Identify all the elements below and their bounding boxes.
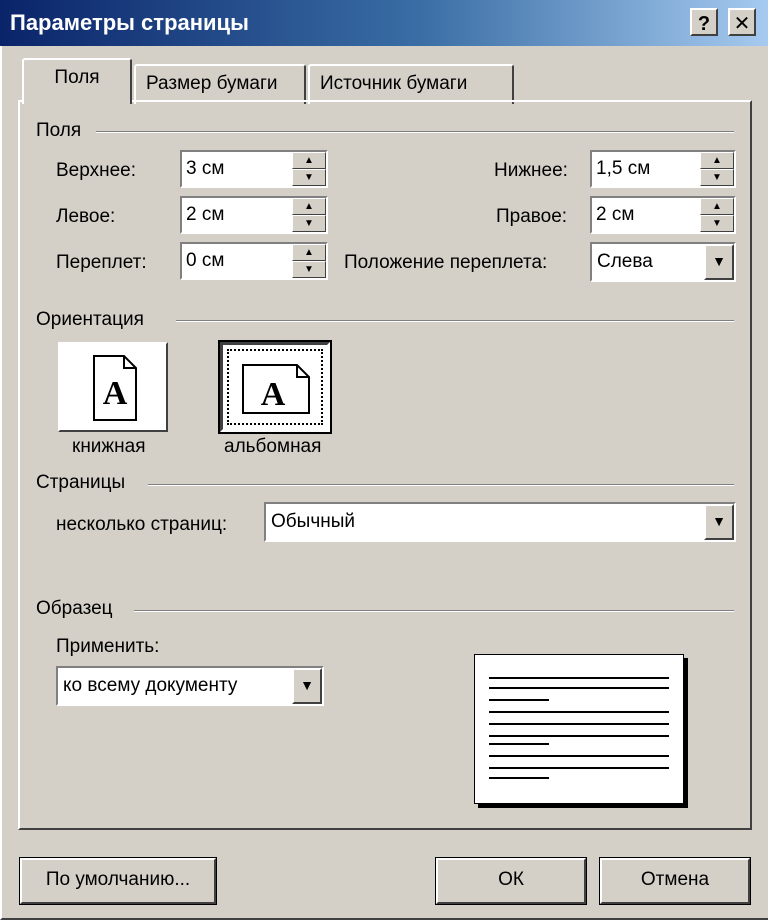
top-margin-up-icon[interactable]: ▲ xyxy=(292,152,326,169)
portrait-button[interactable]: A xyxy=(58,342,168,432)
gutter-spin[interactable]: 0 см ▲ ▼ xyxy=(180,242,328,280)
gutter-value: 0 см xyxy=(186,250,225,271)
bottom-margin-label: Нижнее: xyxy=(494,160,568,181)
gutter-position-select[interactable]: Слева ▼ xyxy=(590,242,736,282)
gutter-label: Переплет: xyxy=(56,252,147,273)
multiple-pages-select[interactable]: Обычный ▼ xyxy=(264,502,736,542)
tab-paper-source-label: Источник бумаги xyxy=(320,73,468,94)
right-margin-label: Правое: xyxy=(496,206,568,227)
multiple-pages-label: несколько страниц: xyxy=(56,514,228,535)
top-margin-value: 3 см xyxy=(186,158,225,179)
gutter-down-icon[interactable]: ▼ xyxy=(292,261,326,278)
left-margin-down-icon[interactable]: ▼ xyxy=(292,215,326,232)
margins-group-line xyxy=(96,131,734,133)
left-margin-up-icon[interactable]: ▲ xyxy=(292,198,326,215)
chevron-down-icon[interactable]: ▼ xyxy=(704,504,734,540)
right-margin-down-icon[interactable]: ▼ xyxy=(700,215,734,232)
window-title: Параметры страницы xyxy=(10,10,249,35)
gutter-up-icon[interactable]: ▲ xyxy=(292,244,326,261)
landscape-label: альбомная xyxy=(224,436,322,457)
tab-paper-source[interactable]: Источник бумаги xyxy=(308,64,514,104)
tab-paper-size[interactable]: Размер бумаги xyxy=(134,64,306,104)
right-margin-spin[interactable]: 2 см ▲ ▼ xyxy=(590,196,736,234)
pages-group-title: Страницы xyxy=(36,472,134,494)
landscape-letter: A xyxy=(261,376,286,413)
ok-button[interactable]: ОК xyxy=(435,857,587,905)
orientation-group-line xyxy=(176,320,734,322)
landscape-page-icon: A xyxy=(242,364,310,414)
cancel-button[interactable]: Отмена xyxy=(599,857,751,905)
tab-margins[interactable]: Поля xyxy=(22,58,132,104)
apply-label: Применить: xyxy=(56,636,160,657)
title-bar: Параметры страницы ? ✕ xyxy=(0,0,768,46)
gutter-position-label: Положение переплета: xyxy=(344,252,548,273)
apply-select[interactable]: ко всему документу ▼ xyxy=(56,666,324,706)
gutter-position-value: Слева xyxy=(597,251,653,272)
bottom-margin-spin[interactable]: 1,5 см ▲ ▼ xyxy=(590,150,736,188)
tab-margins-label: Поля xyxy=(54,67,100,88)
apply-value: ко всему документу xyxy=(63,675,238,696)
close-button[interactable]: ✕ xyxy=(728,8,756,36)
left-margin-value: 2 см xyxy=(186,204,225,225)
right-margin-value: 2 см xyxy=(596,204,635,225)
bottom-margin-down-icon[interactable]: ▼ xyxy=(700,169,734,186)
bottom-margin-value: 1,5 см xyxy=(596,158,651,179)
multiple-pages-value: Обычный xyxy=(271,511,355,532)
default-button[interactable]: По умолчанию... xyxy=(19,857,217,905)
portrait-letter: A xyxy=(103,375,128,412)
top-margin-label: Верхнее: xyxy=(56,160,136,181)
portrait-label: книжная xyxy=(72,436,146,457)
margins-group-title: Поля xyxy=(36,120,90,142)
left-margin-label: Левое: xyxy=(56,206,116,227)
bottom-margin-up-icon[interactable]: ▲ xyxy=(700,152,734,169)
right-margin-up-icon[interactable]: ▲ xyxy=(700,198,734,215)
preview-page xyxy=(474,654,684,804)
preview-group-line xyxy=(134,610,734,612)
chevron-down-icon[interactable]: ▼ xyxy=(704,244,734,280)
top-margin-down-icon[interactable]: ▼ xyxy=(292,169,326,186)
pages-group-line xyxy=(148,484,734,486)
tab-paper-size-label: Размер бумаги xyxy=(146,73,278,94)
preview-group-title: Образец xyxy=(36,598,121,620)
orientation-group-title: Ориентация xyxy=(36,309,152,331)
portrait-page-icon: A xyxy=(93,355,137,421)
left-margin-spin[interactable]: 2 см ▲ ▼ xyxy=(180,196,328,234)
landscape-button[interactable]: A xyxy=(218,340,332,434)
top-margin-spin[interactable]: 3 см ▲ ▼ xyxy=(180,150,328,188)
help-button[interactable]: ? xyxy=(690,8,718,36)
chevron-down-icon[interactable]: ▼ xyxy=(292,668,322,704)
